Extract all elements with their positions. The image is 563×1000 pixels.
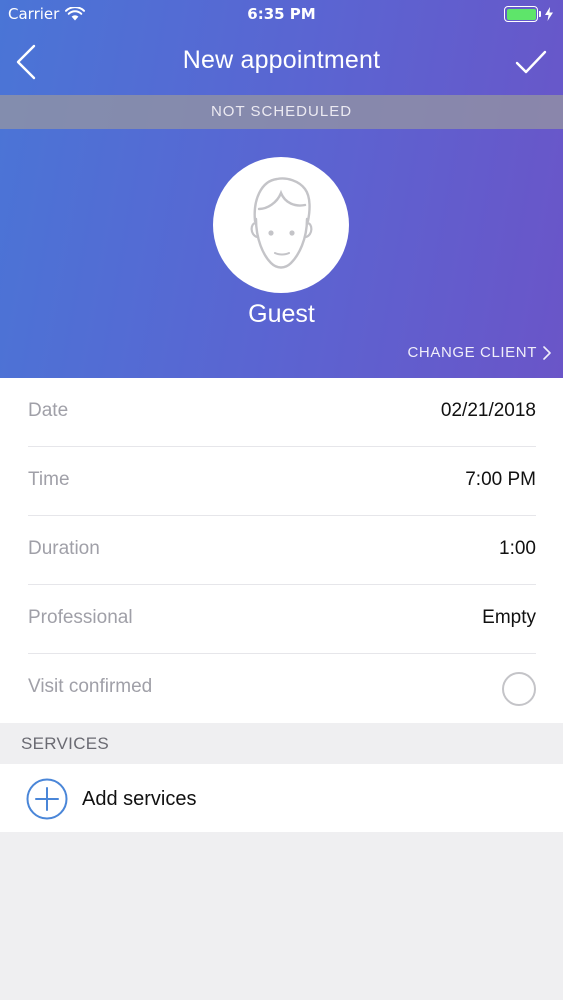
appointment-status-banner: NOT SCHEDULED [0,95,563,129]
checkmark-icon [515,50,547,74]
date-row[interactable]: Date 02/21/2018 [28,378,536,447]
visit-confirmed-label: Visit confirmed [28,676,153,697]
date-label: Date [28,400,69,421]
chevron-right-icon [543,345,551,360]
appointment-details: Date 02/21/2018 Time 7:00 PM Duration 1:… [0,378,563,723]
client-name: Guest [248,300,315,328]
time-label: Time [28,469,70,490]
charging-bolt-icon [545,7,553,21]
save-button[interactable] [513,44,549,80]
status-time: 6:35 PM [247,5,316,23]
professional-value: Empty [482,607,536,628]
person-face-icon [250,177,313,269]
add-services-label: Add services [82,787,197,810]
page-title: New appointment [182,46,381,74]
duration-value: 1:00 [499,538,536,559]
battery-indicator [504,6,553,22]
appointment-header: Carrier 6:35 PM New appointment NOT SCHE… [0,0,563,378]
professional-row[interactable]: Professional Empty [28,585,536,654]
visit-confirmed-row: Visit confirmed [28,654,536,723]
services-list: Add services [0,764,563,832]
duration-row[interactable]: Duration 1:00 [28,516,536,585]
time-row[interactable]: Time 7:00 PM [28,447,536,516]
change-client-button[interactable]: CHANGE CLIENT [408,344,552,361]
date-value: 02/21/2018 [440,400,536,421]
navigation-bar: New appointment [0,30,563,94]
add-services-button[interactable]: Add services [26,778,197,820]
plus-circle-icon [26,778,68,820]
duration-label: Duration [28,538,100,559]
services-section-header: SERVICES [0,723,563,764]
status-bar: Carrier 6:35 PM [0,0,563,30]
change-client-label: CHANGE CLIENT [407,344,537,361]
battery-icon [504,6,538,22]
time-value: 7:00 PM [465,469,536,490]
client-avatar[interactable] [213,157,349,293]
visit-confirmed-toggle[interactable] [502,672,536,706]
professional-label: Professional [28,607,133,628]
